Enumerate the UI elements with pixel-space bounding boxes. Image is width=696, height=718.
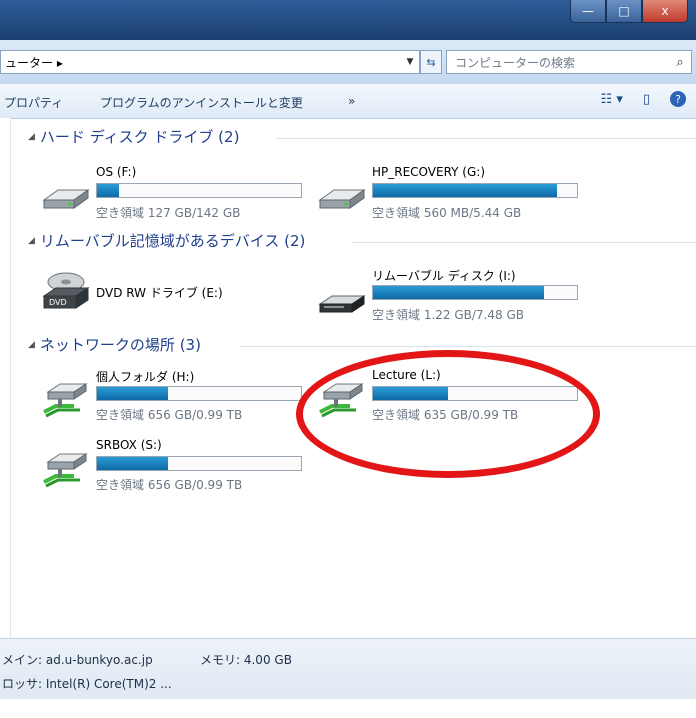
address-row: ューター ▸ ▼ ⇆ コンピューターの検索 ⌕ bbox=[0, 40, 696, 84]
collapse-arrow-icon[interactable]: ◢ bbox=[28, 340, 35, 350]
details-pane: メイン: ad.u-bunkyo.ac.jp メモリ: 4.00 GB ロッサ:… bbox=[0, 638, 696, 699]
dvd-drive-icon: DVD bbox=[42, 272, 90, 309]
address-path[interactable]: ューター ▸ bbox=[1, 54, 401, 71]
group-divider bbox=[276, 138, 696, 139]
drive-name: 個人フォルダ (H:) bbox=[96, 370, 195, 384]
drive-name: HP_RECOVERY (G:) bbox=[372, 165, 486, 179]
drive-usage-bar bbox=[372, 285, 578, 300]
group-header-removable[interactable]: ◢ リムーバブル記憶域があるデバイス (2) bbox=[28, 230, 305, 251]
group-header-network[interactable]: ◢ ネットワークの場所 (3) bbox=[28, 334, 201, 355]
drive-free-space: 空き領域 560 MB/5.44 GB bbox=[372, 206, 522, 220]
scrollbar[interactable] bbox=[2, 144, 7, 718]
navigation-pane-edge bbox=[0, 118, 11, 638]
drive-free-space: 空き領域 656 GB/0.99 TB bbox=[96, 478, 243, 492]
title-bar: — □ x bbox=[0, 0, 696, 40]
drive-usage-bar bbox=[96, 386, 302, 401]
address-bar[interactable]: ューター ▸ ▼ bbox=[0, 50, 420, 74]
uninstall-program-button[interactable]: プログラムのアンインストールと変更 bbox=[100, 94, 303, 111]
hard-drive-icon bbox=[42, 189, 90, 209]
group-title: ネットワークの場所 (3) bbox=[39, 336, 201, 354]
group-divider bbox=[352, 242, 696, 243]
search-placeholder[interactable]: コンピューターの検索 bbox=[447, 54, 669, 71]
hard-drive-icon bbox=[318, 189, 366, 209]
group-title: ハード ディスク ドライブ (2) bbox=[39, 128, 240, 146]
drive-name: DVD RW ドライブ (E:) bbox=[96, 286, 223, 300]
address-dropdown-icon[interactable]: ▼ bbox=[401, 57, 419, 67]
preview-pane-icon[interactable]: ▯ bbox=[643, 92, 650, 107]
drive-os-f[interactable]: OS (F:) 空き領域 127 GB/142 GB bbox=[40, 162, 320, 226]
maximize-button[interactable]: □ bbox=[606, 0, 642, 23]
memory-info: メモリ: 4.00 GB bbox=[200, 653, 292, 667]
drive-removable-i[interactable]: リムーバブル ディスク (I:) 空き領域 1.22 GB/7.48 GB bbox=[316, 264, 596, 328]
search-input[interactable]: コンピューターの検索 ⌕ bbox=[446, 50, 692, 74]
search-icon[interactable]: ⌕ bbox=[669, 55, 691, 70]
domain-info: メイン: ad.u-bunkyo.ac.jp bbox=[2, 653, 153, 667]
drive-hp-recovery-g[interactable]: HP_RECOVERY (G:) 空き領域 560 MB/5.44 GB bbox=[316, 162, 596, 226]
more-commands-button[interactable]: » bbox=[348, 94, 355, 108]
processor-info: ロッサ: Intel(R) Core(TM)2 ... bbox=[2, 677, 172, 691]
drive-usage-fill bbox=[97, 457, 169, 470]
drive-usage-bar bbox=[96, 456, 302, 471]
removable-disk-icon bbox=[318, 295, 366, 313]
minimize-button[interactable]: — bbox=[570, 0, 606, 23]
network-drive-icon bbox=[43, 383, 88, 418]
drive-usage-fill bbox=[97, 184, 120, 197]
command-bar: プロパティ プログラムのアンインストールと変更 » ☷ ▾ ▯ ? bbox=[0, 84, 696, 119]
close-button[interactable]: x bbox=[642, 0, 688, 23]
drive-free-space: 空き領域 1.22 GB/7.48 GB bbox=[372, 308, 524, 322]
properties-button[interactable]: プロパティ bbox=[4, 94, 63, 111]
drive-personal-folder-h[interactable]: 個人フォルダ (H:) 空き領域 656 GB/0.99 TB bbox=[40, 366, 320, 430]
collapse-arrow-icon[interactable]: ◢ bbox=[28, 132, 35, 142]
group-title: リムーバブル記憶域があるデバイス (2) bbox=[39, 232, 306, 250]
svg-text:DVD: DVD bbox=[49, 298, 67, 307]
annotation-circle bbox=[296, 350, 600, 478]
drive-usage-bar bbox=[372, 183, 578, 198]
drive-dvd-rw-e[interactable]: DVD DVD RW ドライブ (E:) bbox=[40, 268, 320, 332]
drive-usage-fill bbox=[373, 184, 557, 197]
drive-usage-fill bbox=[373, 286, 545, 299]
drive-free-space: 空き領域 656 GB/0.99 TB bbox=[96, 408, 243, 422]
collapse-arrow-icon[interactable]: ◢ bbox=[28, 236, 35, 246]
drive-srbox-s[interactable]: SRBOX (S:) 空き領域 656 GB/0.99 TB bbox=[40, 436, 320, 500]
view-options-icon[interactable]: ☷ ▾ bbox=[601, 92, 623, 107]
drive-name: OS (F:) bbox=[96, 165, 137, 179]
group-divider bbox=[240, 346, 696, 347]
refresh-icon[interactable]: ⇆ bbox=[420, 50, 442, 74]
drive-name: SRBOX (S:) bbox=[96, 438, 162, 452]
drive-name: リムーバブル ディスク (I:) bbox=[372, 269, 516, 283]
drive-free-space: 空き領域 127 GB/142 GB bbox=[96, 206, 241, 220]
group-header-hard-disks[interactable]: ◢ ハード ディスク ドライブ (2) bbox=[28, 126, 239, 147]
drive-usage-fill bbox=[97, 387, 169, 400]
drive-usage-bar bbox=[96, 183, 302, 198]
window-controls: — □ x bbox=[570, 0, 688, 23]
network-drive-icon bbox=[43, 453, 88, 488]
toolbar-icons: ☷ ▾ ▯ ? bbox=[601, 91, 686, 107]
help-icon[interactable]: ? bbox=[670, 91, 686, 107]
